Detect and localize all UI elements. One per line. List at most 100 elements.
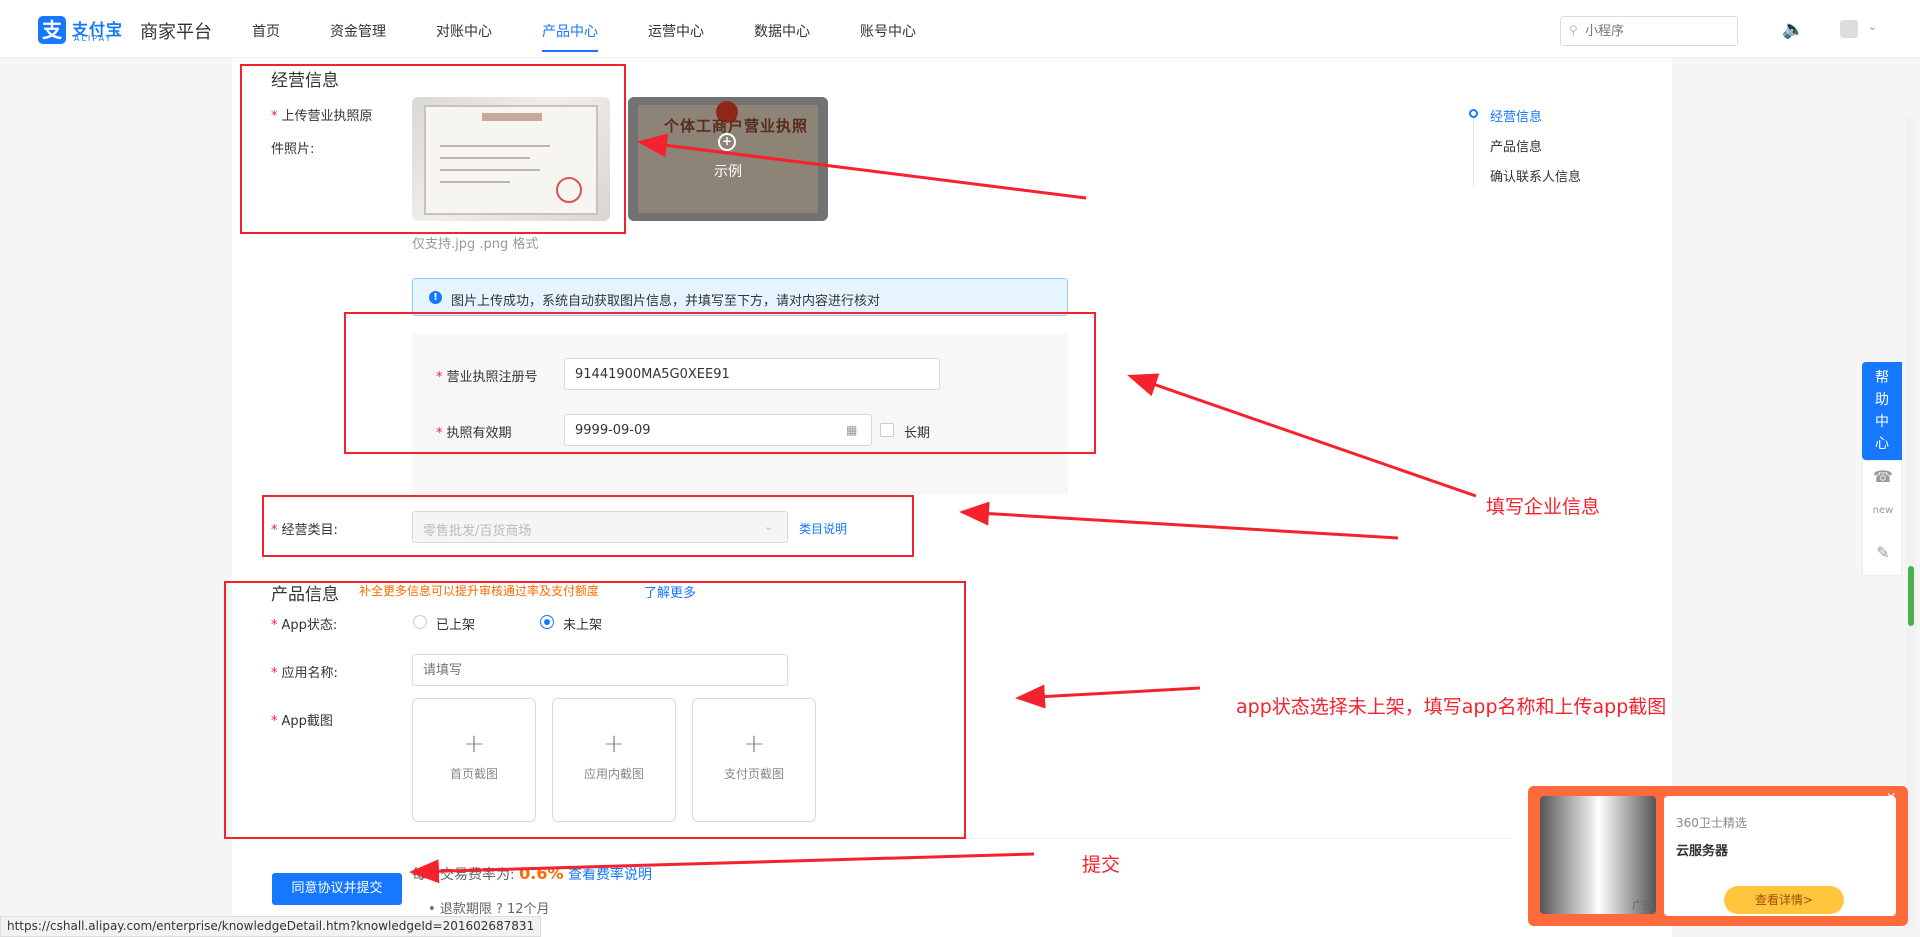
annotation-company-info: 填写企业信息 — [1486, 496, 1601, 518]
logo-subtext: ALIPAY — [74, 34, 113, 43]
uploaded-license-image[interactable] — [412, 97, 610, 221]
validity-date-input[interactable]: 9999-09-09 — [564, 414, 872, 446]
chevron-down-icon: ⌄ — [764, 520, 774, 533]
ad-tag: 广告 — [1632, 901, 1652, 912]
avatar[interactable] — [1840, 20, 1858, 38]
plus-icon: + — [743, 729, 765, 759]
app-name-input[interactable] — [412, 654, 788, 686]
nav-reconciliation[interactable]: 对账中心 — [436, 0, 492, 58]
speaker-icon[interactable]: 🔈 — [1782, 19, 1804, 40]
close-icon[interactable]: ✕ — [1886, 790, 1896, 804]
annotation-submit: 提交 — [1082, 854, 1121, 876]
long-term-label: 长期 — [904, 426, 931, 441]
category-label: * 经营类目: — [271, 523, 338, 538]
long-term-checkbox[interactable] — [880, 423, 894, 437]
scrollbar-thumb[interactable] — [1908, 566, 1914, 626]
sample-license-image[interactable]: 个体工商户营业执照 + 示例 — [628, 97, 828, 221]
upload-label: 支付页截图 — [723, 767, 784, 781]
bullet: • — [428, 902, 440, 917]
ad-source: 360卫士精选 — [1676, 816, 1747, 830]
search-input[interactable] — [1585, 22, 1730, 40]
anchor-product[interactable]: 产品信息 — [1490, 136, 1542, 155]
product-tip: 补全更多信息可以提升审核通过率及支付额度 — [359, 584, 600, 598]
product-section-title: 产品信息 — [271, 585, 339, 605]
platform-title: 商家平台 — [140, 22, 212, 43]
ad-details-button[interactable]: 查看详情> — [1724, 886, 1844, 914]
upload-label: 首页截图 — [449, 767, 498, 781]
screenshot-label: * App截图 — [271, 714, 333, 729]
upload-home-screenshot[interactable]: + 首页截图 — [412, 698, 536, 822]
chevron-down-icon[interactable]: ⌄ — [1866, 790, 1876, 804]
fee-prefix: 每笔交易费率为: — [412, 867, 515, 883]
license-text-line — [440, 181, 510, 183]
license-heading — [482, 113, 542, 121]
app-name-label: * 应用名称: — [271, 666, 338, 681]
refund-period: • 退款期限 ? 12个月 — [428, 902, 550, 917]
radio-unlisted-label[interactable]: 未上架 — [563, 614, 602, 633]
upload-inapp-screenshot[interactable]: + 应用内截图 — [552, 698, 676, 822]
upload-label: 应用内截图 — [583, 767, 644, 781]
fee-help-link[interactable]: 查看费率说明 — [568, 867, 652, 883]
upload-payment-screenshot[interactable]: + 支付页截图 — [692, 698, 816, 822]
business-section-title: 经营信息 — [271, 71, 339, 91]
anchor-business[interactable]: 经营信息 — [1490, 106, 1542, 125]
side-toolbar: ☎ new ✎ — [1862, 460, 1902, 576]
zoom-in-icon[interactable]: + — [718, 133, 736, 151]
license-text-line — [440, 169, 540, 171]
fee-rate-line: 每笔交易费率为: 0.6% 查看费率说明 — [412, 864, 652, 884]
learn-more-link[interactable]: 了解更多 — [644, 582, 696, 601]
radio-listed-label[interactable]: 已上架 — [436, 614, 475, 633]
nav-operations[interactable]: 运营中心 — [648, 0, 704, 58]
app-status-label: * App状态: — [271, 618, 338, 633]
reg-no-label: * 营业执照注册号 — [436, 370, 538, 385]
status-url: https://cshall.alipay.com/enterprise/kno… — [0, 916, 542, 937]
edit-icon[interactable]: ✎ — [1863, 543, 1903, 562]
format-hint: 仅支持.jpg .png 格式 — [412, 237, 539, 252]
validity-label: * 执照有效期 — [436, 426, 512, 441]
plus-icon: + — [603, 729, 625, 759]
license-seal — [556, 177, 582, 203]
ad-card: 360卫士精选 云服务器 查看详情> — [1664, 796, 1896, 916]
help-center-label: 帮助中心 — [1875, 370, 1889, 452]
category-help-link[interactable]: 类目说明 — [799, 520, 847, 537]
license-text-line — [440, 145, 550, 147]
license-text-line — [440, 157, 530, 159]
search-icon: ⚲ — [1569, 23, 1578, 37]
agree-submit-button[interactable]: 同意协议并提交 — [272, 873, 402, 905]
question-icon[interactable]: ? — [496, 902, 507, 917]
chevron-down-icon[interactable]: ⌄ — [1868, 20, 1877, 33]
license-upload-label-cont: 件照片: — [271, 142, 315, 157]
anchor-contact[interactable]: 确认联系人信息 — [1490, 166, 1581, 185]
license-upload-label: * 上传营业执照原 — [271, 109, 373, 124]
annotation-app-info: app状态选择未上架，填写app名称和上传app截图 — [1236, 696, 1667, 718]
search-box[interactable]: ⚲ — [1560, 16, 1738, 46]
plus-icon: + — [463, 729, 485, 759]
info-icon: ! — [429, 291, 442, 304]
customer-service-icon[interactable]: ☎ — [1863, 467, 1903, 486]
sample-overlay — [628, 97, 828, 221]
ad-image[interactable]: 广告 — [1540, 796, 1656, 914]
upload-success-alert: ! 图片上传成功，系统自动获取图片信息，并填写至下方，请对内容进行核对 — [412, 278, 1068, 316]
nav-data[interactable]: 数据中心 — [754, 0, 810, 58]
top-nav-bar: 支 支付宝 ALIPAY 商家平台 首页 资金管理 对账中心 产品中心 运营中心… — [0, 0, 1920, 58]
nav-funds[interactable]: 资金管理 — [330, 0, 386, 58]
reg-no-input[interactable]: 91441900MA5G0XEE91 — [564, 358, 940, 390]
calendar-icon[interactable]: ▦ — [846, 423, 857, 437]
help-center-tab[interactable]: 帮助中心 — [1862, 362, 1902, 460]
alipay-logo-icon: 支 — [38, 16, 66, 44]
nav-products[interactable]: 产品中心 — [542, 0, 598, 58]
nav-account[interactable]: 账号中心 — [860, 0, 916, 58]
ad-popup[interactable]: 广告 360卫士精选 云服务器 查看详情> ⌄ ✕ — [1528, 786, 1908, 926]
alipay-logo[interactable]: 支 支付宝 ALIPAY — [38, 14, 128, 46]
anchor-active-dot — [1469, 109, 1478, 118]
fee-info-panel — [408, 838, 1512, 937]
radio-listed[interactable] — [413, 615, 427, 629]
nav-home[interactable]: 首页 — [252, 0, 280, 58]
alert-text: 图片上传成功，系统自动获取图片信息，并填写至下方，请对内容进行核对 — [451, 294, 881, 309]
category-select[interactable]: 零售批发/百货商场 — [412, 511, 788, 543]
radio-unlisted[interactable] — [540, 615, 554, 629]
ad-title: 云服务器 — [1676, 844, 1729, 859]
sample-label: 示例 — [714, 164, 742, 180]
fee-rate: 0.6% — [519, 864, 564, 883]
new-feature-icon[interactable]: new — [1863, 505, 1903, 516]
